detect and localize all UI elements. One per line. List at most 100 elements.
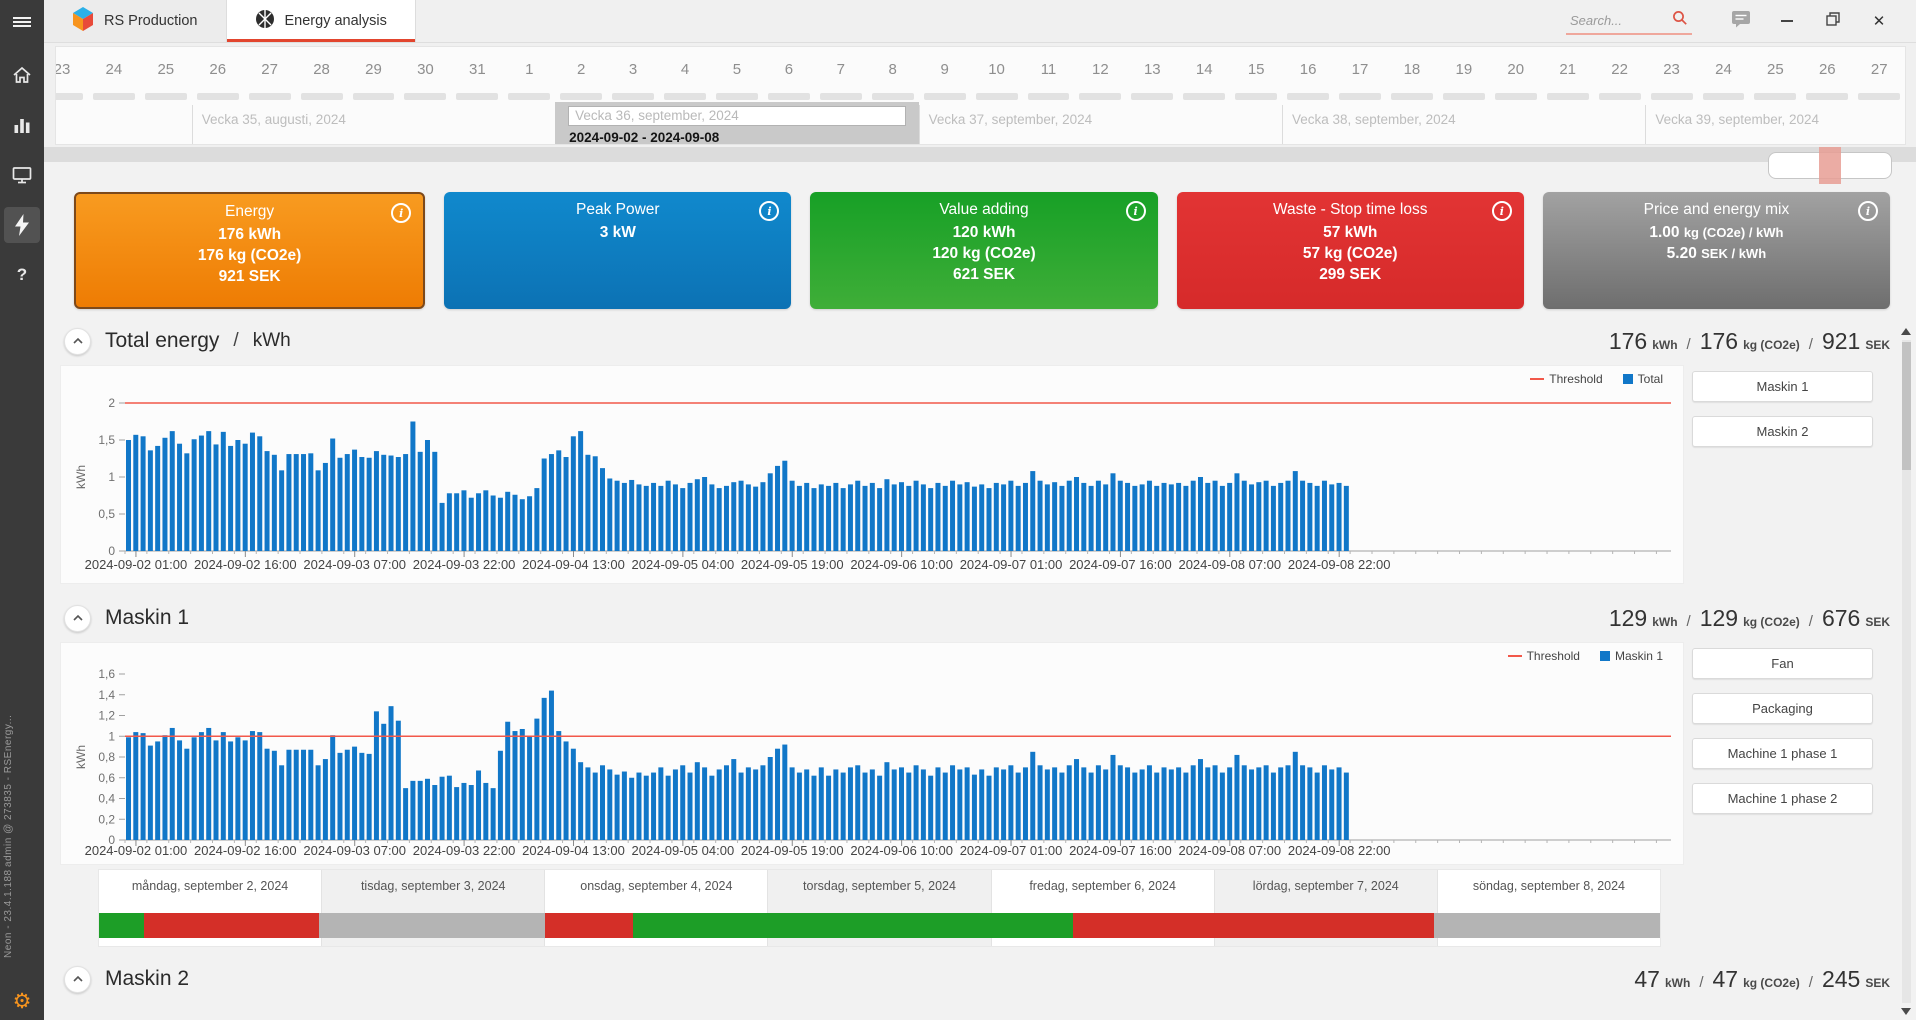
bar[interactable] [680, 488, 685, 551]
bar[interactable] [1264, 481, 1269, 551]
bar[interactable] [804, 769, 809, 840]
filter-button-maskin-2[interactable]: Maskin 2 [1692, 416, 1873, 447]
bar[interactable] [1052, 482, 1057, 551]
bar[interactable] [1198, 477, 1203, 551]
timeline-day[interactable]: 20 [1490, 61, 1542, 78]
bar[interactable] [1008, 481, 1013, 551]
bar[interactable] [709, 776, 714, 840]
bar[interactable] [855, 765, 860, 840]
bar[interactable] [724, 765, 729, 840]
bar[interactable] [454, 493, 459, 551]
bar[interactable] [301, 750, 306, 840]
week-label[interactable]: Vecka 38, september, 2024 [1282, 105, 1645, 144]
bar[interactable] [863, 773, 868, 840]
timeline-day[interactable]: 23 [55, 61, 88, 78]
bar[interactable] [476, 770, 481, 840]
bar[interactable] [943, 773, 948, 840]
bar[interactable] [972, 775, 977, 840]
bar[interactable] [709, 484, 714, 551]
bar[interactable] [520, 499, 525, 551]
bar[interactable] [549, 454, 554, 551]
bar[interactable] [235, 440, 240, 551]
bar[interactable] [819, 767, 824, 840]
bar[interactable] [1176, 767, 1181, 840]
bar[interactable] [542, 459, 547, 552]
bar[interactable] [746, 767, 751, 840]
bar[interactable] [1081, 483, 1086, 551]
week-label[interactable]: Vecka 39, september, 2024 [1645, 105, 1905, 144]
bar[interactable] [1322, 765, 1327, 840]
bar[interactable] [192, 737, 197, 840]
bar[interactable] [702, 477, 707, 551]
bar[interactable] [680, 765, 685, 840]
bar[interactable] [731, 482, 736, 551]
bar[interactable] [556, 731, 561, 840]
timeline-scrollbar[interactable] [44, 147, 1916, 162]
status-segment-red[interactable] [1073, 913, 1434, 938]
bar[interactable] [1110, 755, 1115, 840]
settings-gear-button[interactable]: ⚙ [0, 989, 44, 1014]
bar[interactable] [498, 751, 503, 840]
bar[interactable] [629, 480, 634, 551]
legend-item-threshold[interactable]: Threshold [1530, 372, 1602, 386]
bar[interactable] [1220, 486, 1225, 551]
bar[interactable] [461, 783, 466, 840]
timeline-day[interactable]: 23 [1646, 61, 1698, 78]
bar[interactable] [323, 759, 328, 840]
bar[interactable] [790, 481, 795, 551]
bar[interactable] [695, 479, 700, 551]
bar[interactable] [739, 481, 744, 551]
bar[interactable] [943, 486, 948, 551]
timeline-day[interactable]: 16 [1282, 61, 1334, 78]
bar[interactable] [1089, 773, 1094, 840]
bar[interactable] [491, 788, 496, 840]
bar[interactable] [1242, 481, 1247, 551]
bar[interactable] [155, 741, 160, 840]
timeline-day[interactable]: 29 [348, 61, 400, 78]
bar[interactable] [1096, 481, 1101, 551]
bar[interactable] [1140, 769, 1145, 840]
bar[interactable] [505, 722, 510, 840]
timeline-day[interactable]: 26 [1801, 61, 1853, 78]
bar[interactable] [440, 503, 445, 551]
bar[interactable] [1176, 483, 1181, 551]
info-icon[interactable]: i [1858, 201, 1878, 221]
timeline-day[interactable]: 11 [1023, 61, 1075, 78]
bar[interactable] [921, 769, 926, 840]
bar[interactable] [666, 776, 671, 840]
bar[interactable] [1096, 765, 1101, 840]
bar[interactable] [1205, 483, 1210, 551]
restore-button[interactable] [1810, 0, 1856, 42]
sidebar-item-analytics[interactable] [4, 107, 40, 143]
kpi-card-waste-stop-time-loss[interactable]: Waste - Stop time loss57 kWh57 kg (CO2e)… [1177, 192, 1524, 309]
bar[interactable] [979, 769, 984, 840]
bar[interactable] [359, 457, 364, 551]
bar[interactable] [316, 470, 321, 551]
week-label[interactable]: Vecka 35, augusti, 2024 [192, 105, 555, 144]
bar[interactable] [906, 486, 911, 551]
bar[interactable] [1191, 481, 1196, 551]
bar[interactable] [513, 495, 518, 551]
bar[interactable] [848, 484, 853, 551]
bar[interactable] [1118, 765, 1123, 840]
bar[interactable] [1329, 484, 1334, 551]
bar[interactable] [469, 785, 474, 840]
bar[interactable] [935, 767, 940, 840]
timeline-day[interactable]: 27 [1853, 61, 1905, 78]
bar[interactable] [367, 458, 372, 551]
bar[interactable] [811, 488, 816, 551]
bar[interactable] [359, 753, 364, 840]
bar[interactable] [1059, 486, 1064, 551]
bar[interactable] [1322, 481, 1327, 551]
selected-week[interactable]: Vecka 36, september, 2024 2024-09-02 - 2… [555, 102, 918, 144]
bar[interactable] [1213, 481, 1218, 551]
bar[interactable] [790, 767, 795, 840]
minimize-button[interactable] [1764, 0, 1810, 42]
bar[interactable] [855, 481, 860, 551]
bar[interactable] [957, 484, 962, 551]
bar[interactable] [1016, 773, 1021, 840]
bar[interactable] [316, 765, 321, 840]
bar[interactable] [1038, 481, 1043, 551]
bar[interactable] [746, 484, 751, 551]
bar[interactable] [1059, 773, 1064, 840]
